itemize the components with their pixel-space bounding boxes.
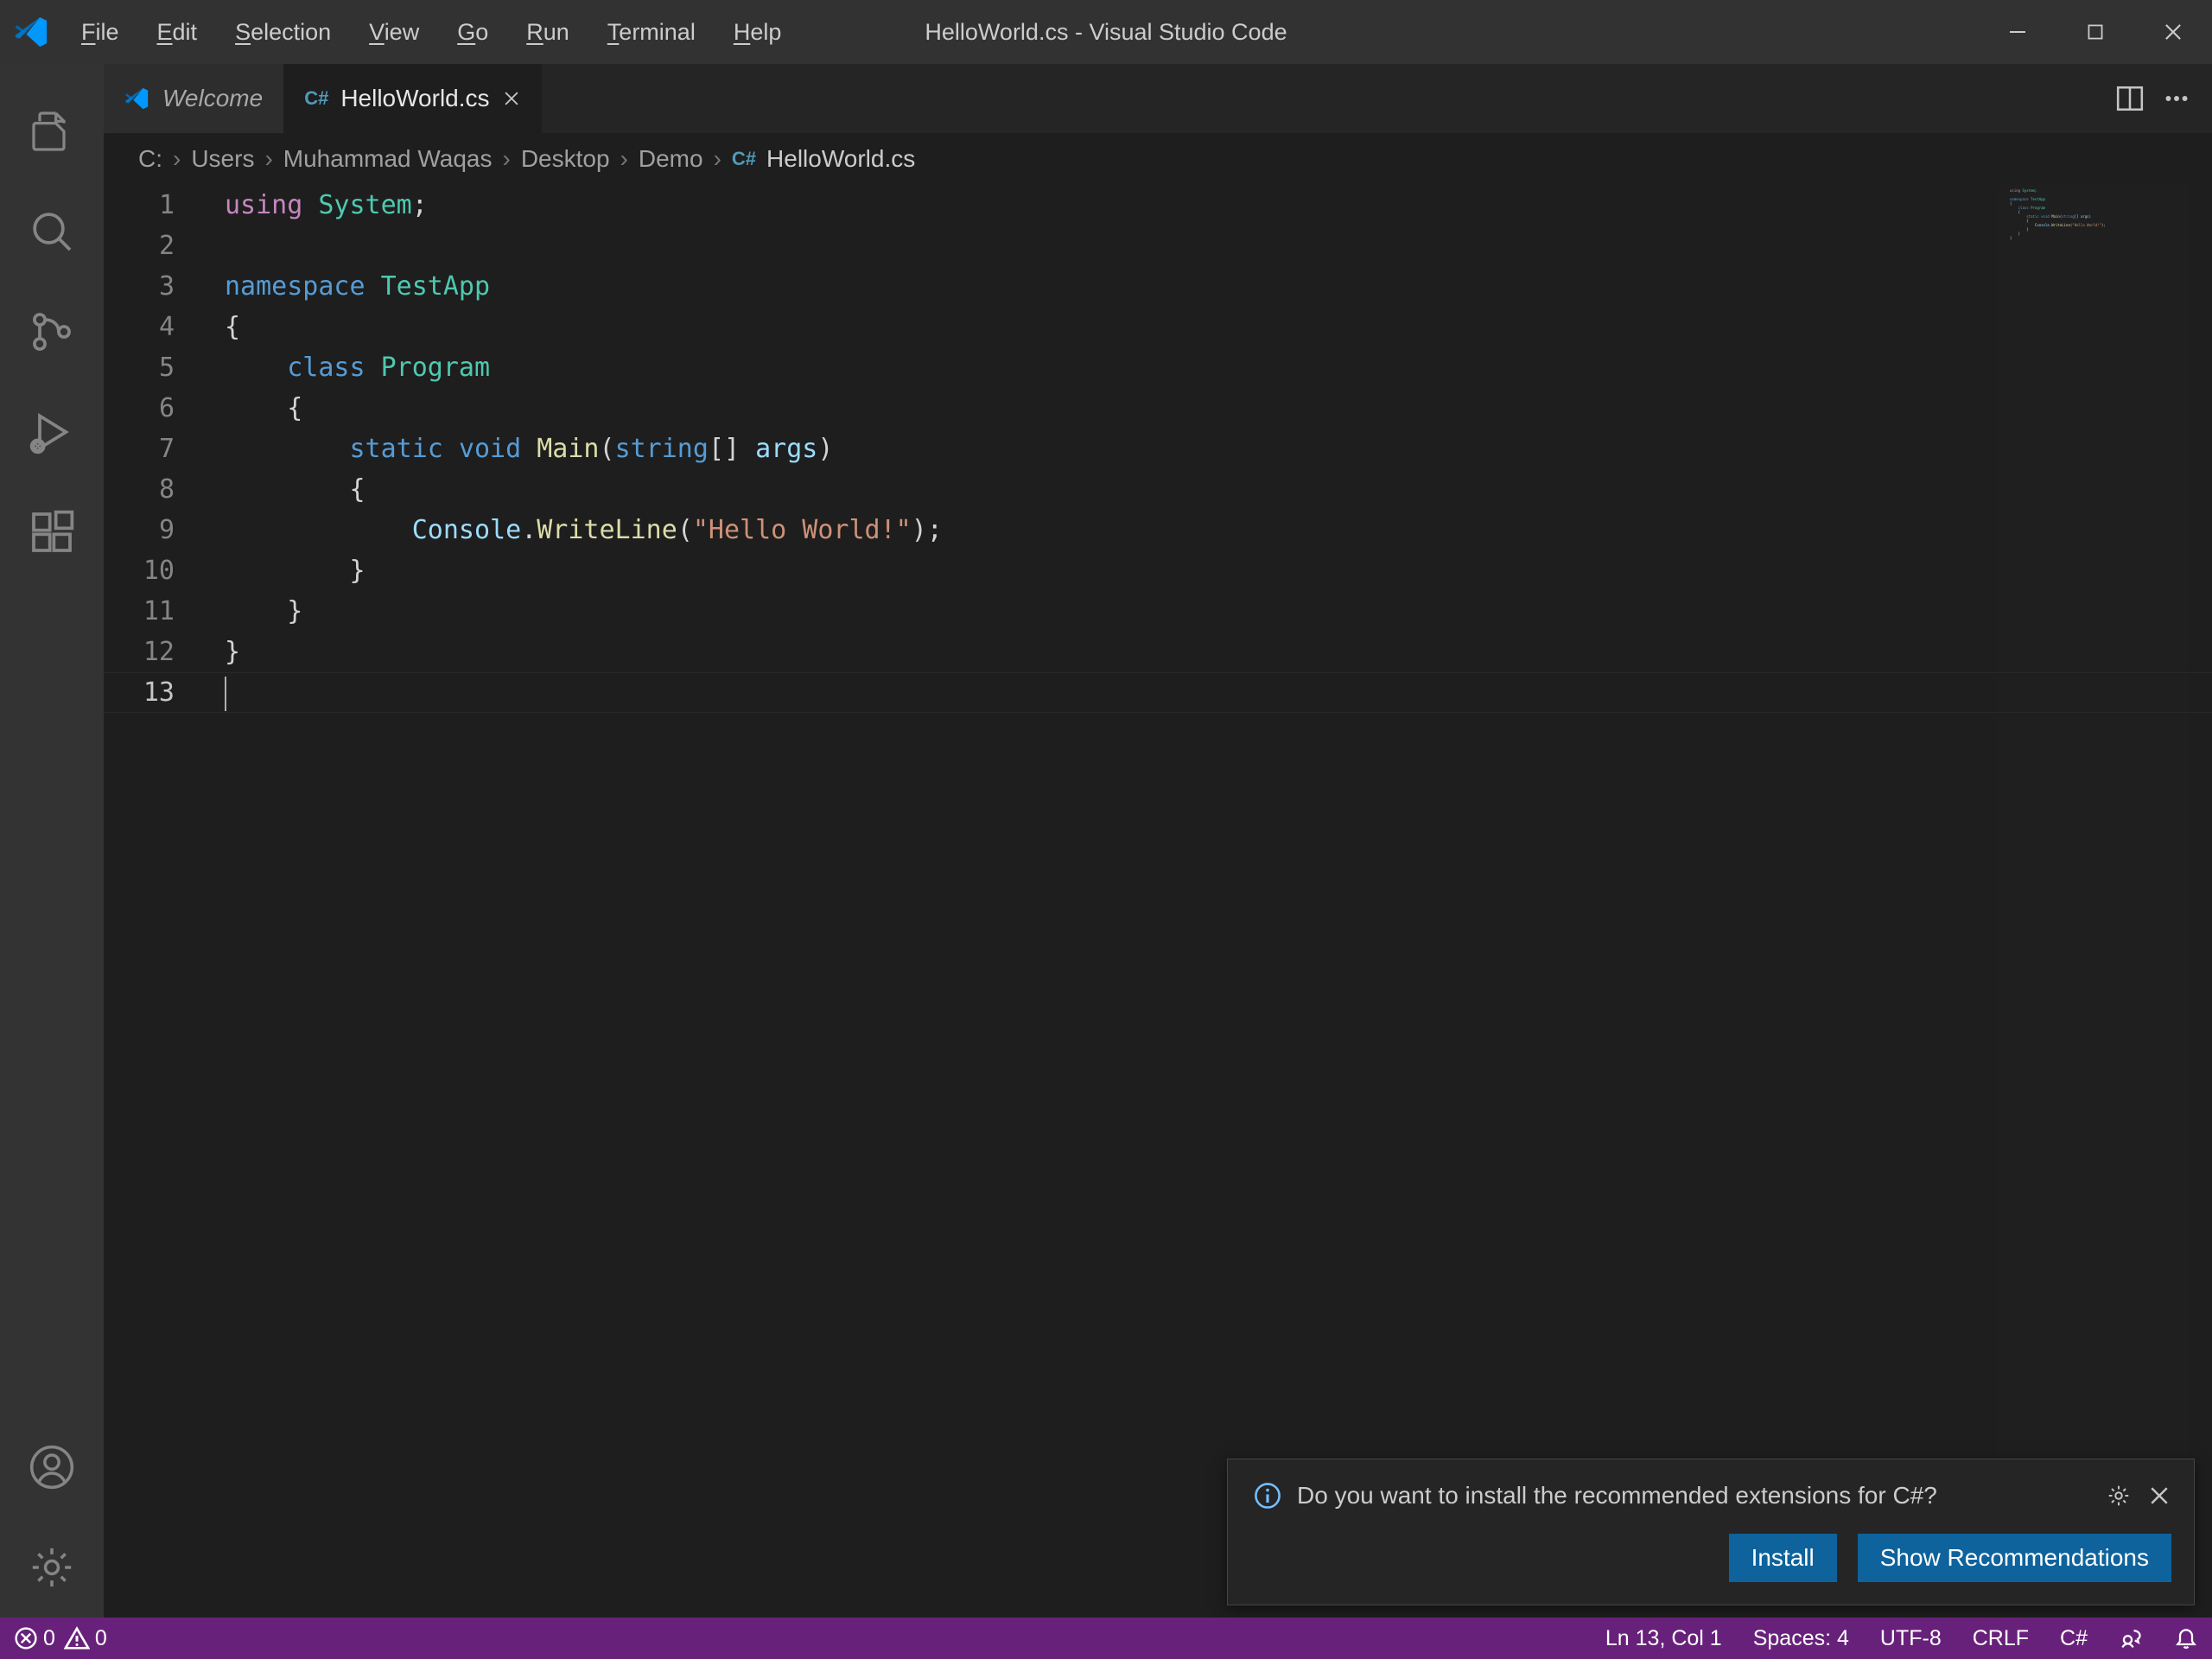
search-icon[interactable] — [0, 181, 104, 282]
menu-file[interactable]: File — [69, 12, 131, 53]
install-button[interactable]: Install — [1729, 1534, 1837, 1582]
chevron-right-icon: › — [173, 145, 181, 173]
breadcrumb-item[interactable]: C: — [138, 145, 162, 173]
status-errors[interactable]: 0 — [14, 1626, 55, 1651]
maximize-button[interactable] — [2056, 0, 2134, 64]
title-bar: File Edit Selection View Go Run Terminal… — [0, 0, 2212, 64]
tab-close-icon[interactable] — [502, 89, 521, 108]
vscode-logo-icon — [124, 86, 150, 111]
menu-bar: File Edit Selection View Go Run Terminal… — [69, 12, 793, 53]
minimap[interactable] — [1998, 185, 2188, 1618]
chevron-right-icon: › — [264, 145, 272, 173]
notification-toast: Do you want to install the recommended e… — [1227, 1459, 2195, 1605]
status-bar: 0 0 Ln 13, Col 1 Spaces: 4 UTF-8 CRLF C# — [0, 1618, 2212, 1659]
code-editor[interactable]: 12345678910111213 using System; namespac… — [104, 185, 2212, 1618]
error-icon — [14, 1626, 38, 1650]
tab-welcome-label: Welcome — [162, 85, 263, 112]
warning-icon — [64, 1625, 90, 1651]
extensions-icon[interactable] — [0, 482, 104, 582]
chevron-right-icon: › — [714, 145, 721, 173]
window-title: HelloWorld.cs - Visual Studio Code — [925, 19, 1287, 46]
show-recommendations-button[interactable]: Show Recommendations — [1858, 1534, 2171, 1582]
menu-help[interactable]: Help — [721, 12, 794, 53]
more-actions-icon[interactable] — [2162, 84, 2191, 113]
menu-go[interactable]: Go — [445, 12, 500, 53]
notification-close-icon[interactable] — [2147, 1484, 2171, 1508]
vscode-logo-icon — [10, 10, 54, 54]
status-encoding[interactable]: UTF-8 — [1880, 1626, 1942, 1651]
breadcrumb-item[interactable]: Users — [191, 145, 254, 173]
activity-bar — [0, 64, 104, 1618]
tab-bar: Welcome C# HelloWorld.cs — [104, 64, 2212, 133]
feedback-icon[interactable] — [2119, 1626, 2143, 1650]
status-warnings[interactable]: 0 — [64, 1625, 107, 1651]
tab-active-label: HelloWorld.cs — [340, 85, 489, 112]
code-content[interactable]: using System; namespace TestApp { class … — [207, 185, 2212, 1618]
menu-view[interactable]: View — [357, 12, 431, 53]
explorer-icon[interactable] — [0, 81, 104, 181]
minimize-button[interactable] — [1979, 0, 2056, 64]
info-icon — [1254, 1482, 1281, 1510]
source-control-icon[interactable] — [0, 282, 104, 382]
breadcrumb-item[interactable]: Demo — [639, 145, 703, 173]
chevron-right-icon: › — [620, 145, 628, 173]
notification-gear-icon[interactable] — [2106, 1483, 2132, 1509]
chevron-right-icon: › — [503, 145, 511, 173]
status-eol[interactable]: CRLF — [1973, 1626, 2029, 1651]
breadcrumb-item[interactable]: Muhammad Waqas — [283, 145, 493, 173]
window-controls — [1979, 0, 2212, 64]
status-indentation[interactable]: Spaces: 4 — [1753, 1626, 1849, 1651]
tab-helloworld[interactable]: C# HelloWorld.cs — [283, 64, 541, 133]
editor-area: Welcome C# HelloWorld.cs C: › Users › Muha… — [104, 64, 2212, 1618]
tab-actions — [2115, 64, 2212, 133]
breadcrumb[interactable]: C: › Users › Muhammad Waqas › Desktop › Demo… — [104, 133, 2212, 185]
status-language[interactable]: C# — [2060, 1626, 2088, 1651]
menu-terminal[interactable]: Terminal — [595, 12, 708, 53]
tab-welcome[interactable]: Welcome — [104, 64, 283, 133]
menu-run[interactable]: Run — [514, 12, 582, 53]
settings-gear-icon[interactable] — [28, 1517, 76, 1618]
breadcrumb-item[interactable]: Desktop — [521, 145, 610, 173]
notifications-bell-icon[interactable] — [2174, 1626, 2198, 1650]
run-debug-icon[interactable] — [0, 382, 104, 482]
notification-message: Do you want to install the recommended e… — [1297, 1482, 1937, 1510]
csharp-file-icon: C# — [732, 148, 756, 170]
menu-edit[interactable]: Edit — [145, 12, 210, 53]
accounts-icon[interactable] — [28, 1417, 76, 1517]
line-gutter: 12345678910111213 — [104, 185, 207, 1618]
split-editor-icon[interactable] — [2115, 84, 2145, 113]
minimap-preview: using System; namespace TestApp { class … — [2010, 188, 2191, 240]
breadcrumb-item[interactable]: HelloWorld.cs — [766, 145, 915, 173]
menu-selection[interactable]: Selection — [223, 12, 343, 53]
status-cursor-position[interactable]: Ln 13, Col 1 — [1605, 1626, 1722, 1651]
close-button[interactable] — [2134, 0, 2212, 64]
activity-bottom — [28, 1417, 76, 1618]
text-cursor — [225, 677, 226, 711]
csharp-file-icon: C# — [304, 87, 328, 110]
